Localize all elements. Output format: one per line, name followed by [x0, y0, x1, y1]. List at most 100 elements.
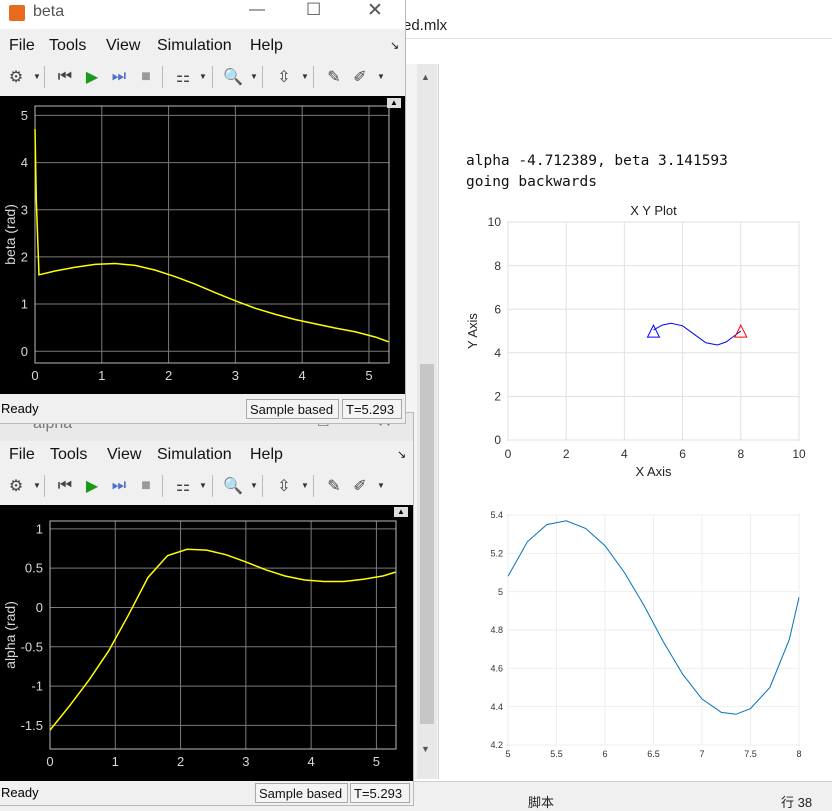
x-tick-label: 2 [563, 447, 570, 461]
xy-plot-figure: 0 2 4 6 8 10 0 2 4 6 8 10 X Y Plot X Axis Y Axis [465, 203, 806, 479]
close-icon[interactable]: ✕ [367, 0, 383, 22]
beta-scope-window: beta — ☐ ✕ File Tools View Simulation He… [0, 0, 406, 424]
menu-tools[interactable]: Tools [49, 37, 86, 55]
x-tick-label: 2 [165, 368, 172, 383]
y-tick-label: 4.2 [490, 740, 503, 750]
step-back-icon[interactable]: ⏮ [54, 66, 76, 88]
x-tick-label: 7.5 [744, 749, 757, 759]
zoom-icon[interactable]: 🔍 [222, 66, 244, 88]
y-tick-label: 3 [21, 202, 28, 217]
output-line-1: alpha -4.712389, beta 3.141593 [466, 153, 728, 169]
axes-frame [34, 105, 390, 364]
editor-scrollbar[interactable]: ▲ ▼ [417, 64, 437, 779]
axes-frame [49, 520, 397, 750]
cursor-measure-icon[interactable]: ✎ [323, 66, 345, 88]
minimize-icon[interactable]: — [249, 1, 265, 19]
run-icon[interactable]: ▶ [81, 66, 103, 88]
menu-tools[interactable]: Tools [50, 446, 87, 464]
style-icon[interactable]: ✐ [349, 475, 371, 497]
menu-file[interactable]: File [9, 446, 35, 464]
y-tick-label: 0 [21, 344, 28, 359]
alpha-menu-bar: File Tools View Simulation Help ↘ [0, 443, 413, 467]
zoom-icon[interactable]: 🔍 [222, 475, 244, 497]
y-tick-label: 4 [494, 346, 501, 360]
menu-simulation[interactable]: Simulation [157, 446, 232, 464]
x-tick-label: 7 [699, 749, 704, 759]
stop-icon[interactable]: ■ [135, 66, 157, 88]
x-tick-label: 3 [232, 368, 239, 383]
style-icon[interactable]: ✐ [349, 66, 371, 88]
beta-scope-chart: 0 1 2 3 4 5 0 1 2 3 4 5 beta (rad) [2, 105, 390, 383]
highlight-block-icon[interactable]: ⚏ [172, 475, 194, 497]
x-tick-label: 2 [177, 754, 184, 769]
x-tick-label: 5 [373, 754, 380, 769]
y-tick-label: 5.2 [490, 548, 503, 558]
live-editor-window: ed.mlx ▲ ▼ alpha -4.712389, beta 3.14159… [403, 0, 832, 810]
beta-menu-bar: File Tools View Simulation Help ↘ [0, 34, 405, 58]
y-tick-label: 1 [21, 297, 28, 312]
run-icon[interactable]: ▶ [81, 475, 103, 497]
x-tick-label: 8 [737, 447, 744, 461]
menu-view[interactable]: View [106, 37, 140, 55]
y-tick-label: 0.5 [25, 561, 43, 576]
menu-help[interactable]: Help [250, 446, 283, 464]
editor-status-line: 行 38 [781, 795, 813, 810]
expand-icon[interactable]: ▲ [394, 507, 408, 517]
menu-view[interactable]: View [107, 446, 141, 464]
expand-icon[interactable]: ▲ [387, 98, 401, 108]
step-forward-icon[interactable]: ⏭ [108, 475, 130, 497]
beta-toolbar: ⚙ ▼ ⏮ ▶ ⏭ ■ ⚏ ▼ 🔍 ▼ ⇳ ▼ ✎ ✐ ▼ [0, 62, 405, 92]
y-tick-label: 6 [494, 302, 501, 316]
editor-status-left: 脚本 [528, 795, 555, 810]
y-tick-label: 0 [36, 600, 43, 615]
editor-file-name: ed.mlx [403, 17, 448, 34]
scroll-thumb[interactable] [420, 364, 434, 724]
y-tick-label: 1 [36, 521, 43, 536]
highlight-block-icon[interactable]: ⚏ [172, 66, 194, 88]
menu-help[interactable]: Help [250, 37, 283, 55]
stop-icon[interactable]: ■ [135, 475, 157, 497]
menu-simulation[interactable]: Simulation [157, 37, 232, 55]
settings-gear-icon[interactable]: ⚙ [5, 66, 27, 88]
y-tick-label: 4 [21, 155, 28, 170]
scroll-up-icon[interactable]: ▲ [421, 72, 430, 82]
status-time: T=5.293 [350, 783, 410, 803]
y-tick-label: 2 [494, 390, 501, 404]
y-axis-label: alpha (rad) [2, 601, 18, 669]
status-time: T=5.293 [342, 399, 402, 419]
y-axis-label: beta (rad) [2, 204, 18, 265]
step-forward-icon[interactable]: ⏭ [108, 66, 130, 88]
x-tick-label: 5 [365, 368, 372, 383]
beta-window-title: beta [33, 3, 65, 20]
cursor-measure-icon[interactable]: ✎ [323, 475, 345, 497]
y-axis-label: Y Axis [465, 313, 480, 349]
x-tick-label: 4 [621, 447, 628, 461]
x-tick-label: 6 [602, 749, 607, 759]
y-tick-label: -1 [31, 679, 43, 694]
matlab-logo-icon [9, 5, 25, 21]
autoscale-icon[interactable]: ⇳ [273, 66, 295, 88]
y-tick-label: 4.4 [490, 702, 503, 712]
chart-title: X Y Plot [630, 203, 677, 218]
status-ready: Ready [1, 785, 39, 800]
x-tick-label: 0 [46, 754, 53, 769]
alpha-plot-area[interactable]: ▲ 0 1 2 3 4 5 -1.5 -1 -0.5 0 0.5 1 alpha (rad) [0, 505, 413, 783]
autoscale-icon[interactable]: ⇳ [273, 475, 295, 497]
scroll-down-icon[interactable]: ▼ [421, 744, 430, 754]
y-tick-label: -1.5 [21, 718, 43, 733]
settings-gear-icon[interactable]: ⚙ [5, 475, 27, 497]
x-tick-label: 6.5 [647, 749, 660, 759]
series-line [49, 548, 396, 731]
undock-icon[interactable]: ↘ [397, 448, 406, 461]
undock-icon[interactable]: ↘ [390, 39, 399, 52]
maximize-icon[interactable]: ☐ [306, 0, 321, 20]
y-tick-label: 10 [488, 215, 502, 229]
beta-plot-area[interactable]: ▲ 0 1 2 3 4 5 0 1 2 3 4 5 beta (rad) [0, 96, 405, 394]
step-back-icon[interactable]: ⏮ [54, 475, 76, 497]
beta-title-bar: beta — ☐ ✕ [0, 0, 405, 29]
x-tick-label: 10 [792, 447, 806, 461]
menu-file[interactable]: File [9, 37, 35, 55]
status-ready: Ready [1, 401, 39, 416]
y-tick-label: -0.5 [21, 639, 43, 654]
y-tick-label: 5 [498, 587, 503, 597]
